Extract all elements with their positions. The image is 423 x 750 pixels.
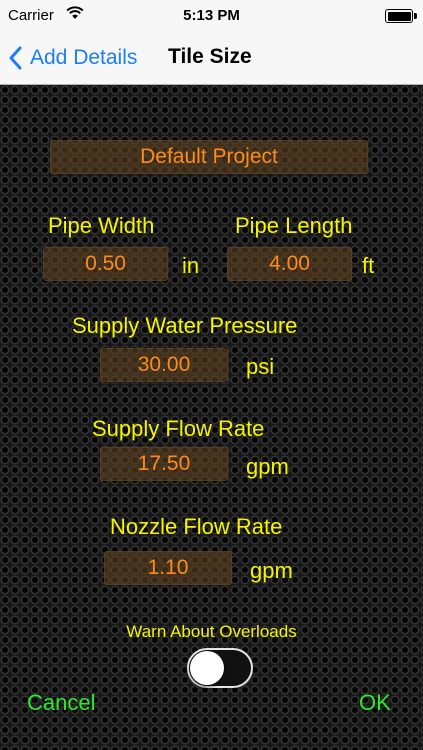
- pressure-unit: psi: [246, 354, 275, 379]
- warn-overloads-toggle[interactable]: [187, 648, 253, 688]
- project-name-field[interactable]: Default Project: [50, 140, 368, 174]
- toggle-knob: [190, 651, 224, 685]
- clock: 5:13 PM: [183, 7, 240, 24]
- pipe-length-label: Pipe Length: [235, 213, 353, 238]
- pressure-label: Supply Water Pressure: [72, 313, 298, 338]
- back-label: Add Details: [30, 46, 138, 69]
- supply-flow-field[interactable]: 17.50: [100, 447, 228, 481]
- chevron-left-icon: [9, 46, 22, 70]
- nozzle-flow-label: Nozzle Flow Rate: [110, 514, 283, 539]
- navigation-bar: Add Details Tile Size: [0, 32, 423, 85]
- back-button[interactable]: Add Details: [8, 44, 137, 72]
- nozzle-flow-field[interactable]: 1.10: [104, 551, 232, 585]
- battery-icon: [385, 9, 417, 23]
- pressure-field[interactable]: 30.00: [100, 348, 228, 382]
- pipe-length-field[interactable]: 4.00: [227, 247, 352, 281]
- warn-overloads-label: Warn About Overloads: [126, 622, 297, 641]
- pipe-width-unit: in: [182, 253, 200, 278]
- pipe-width-label: Pipe Width: [48, 213, 155, 238]
- page-title: Tile Size: [168, 45, 252, 68]
- supply-flow-label: Supply Flow Rate: [92, 416, 265, 441]
- status-bar: Carrier 5:13 PM: [0, 0, 423, 32]
- supply-flow-unit: gpm: [246, 454, 289, 479]
- pipe-length-unit: ft: [362, 253, 375, 278]
- nozzle-flow-unit: gpm: [250, 558, 293, 583]
- ok-button[interactable]: OK: [359, 690, 391, 716]
- pipe-width-field[interactable]: 0.50: [43, 247, 168, 281]
- cancel-button[interactable]: Cancel: [27, 690, 95, 716]
